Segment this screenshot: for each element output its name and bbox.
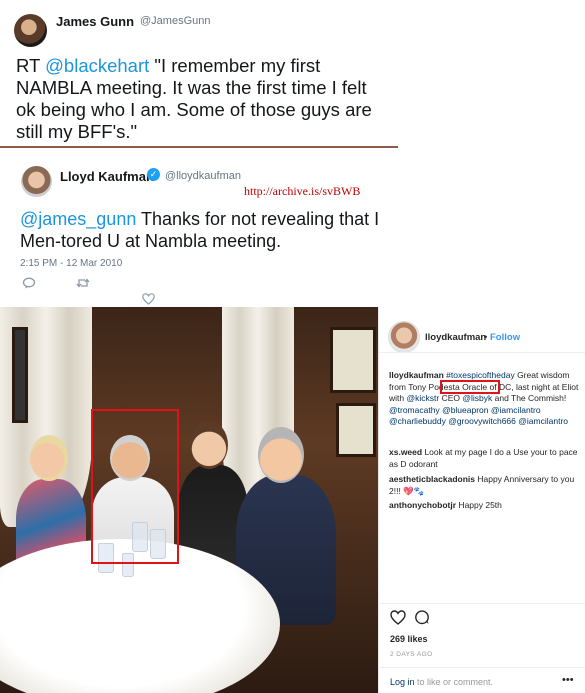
ig-login-divider — [380, 667, 585, 668]
caption-mention[interactable]: @iamcilantro — [491, 405, 541, 415]
comment-username[interactable]: anthonychobotjr — [389, 500, 456, 510]
person-left-head — [30, 435, 68, 481]
ig-caption: lloydkaufman #toxespicoftheday Great wis… — [389, 370, 579, 428]
post-date: 2 DAYS AGO — [390, 651, 433, 658]
caption-mention[interactable]: @iamcilantro — [518, 416, 568, 426]
login-prompt-text: to like or comment. — [414, 677, 494, 687]
ig-header-divider — [379, 352, 585, 353]
caption-mention[interactable]: @blueapron — [442, 405, 488, 415]
ig-actions-divider — [380, 603, 585, 604]
person-woman-head — [190, 421, 228, 469]
tweet2-author-name[interactable]: Lloyd Kaufman — [60, 169, 154, 184]
comment-icon[interactable] — [414, 610, 430, 629]
ig-comment: aestheticblackadonis Happy Anniversary t… — [389, 474, 579, 497]
wall-frame — [336, 403, 376, 457]
tweet1-author-name[interactable]: James Gunn — [56, 14, 134, 29]
ig-comment: xs.weed Look at my page I do a Use your … — [389, 447, 579, 470]
lloyd-kaufman-avatar[interactable] — [21, 166, 52, 197]
follow-button[interactable]: Follow — [490, 332, 520, 343]
archive-url-annotation: http://archive.is/svBWB — [244, 184, 361, 198]
tweet2-timestamp[interactable]: 2:15 PM - 12 Mar 2010 — [20, 258, 122, 269]
caption-mention[interactable]: @charliebuddy — [389, 416, 446, 426]
comment-text: Happy 25th — [456, 500, 502, 510]
wall-frame — [12, 327, 28, 423]
tweet1-text-prefix: RT — [16, 55, 46, 76]
caption-text: CEO — [439, 393, 463, 403]
caption-mention[interactable]: @kickstr — [406, 393, 439, 403]
more-options-icon[interactable]: ••• — [562, 674, 574, 686]
caption-mention[interactable]: @lisbyk — [462, 393, 492, 403]
likes-count[interactable]: 269 likes — [390, 634, 428, 644]
ig-separator-dot: • — [484, 332, 488, 343]
tweet1-author-handle[interactable]: @JamesGunn — [140, 15, 210, 27]
login-prompt: Log in to like or comment. — [390, 677, 493, 687]
heart-icon[interactable] — [390, 610, 406, 629]
login-link[interactable]: Log in — [390, 677, 415, 687]
comment-username[interactable]: aestheticblackadonis — [389, 474, 475, 484]
lloydkaufman-ig-avatar[interactable] — [389, 322, 419, 352]
tweet1-text: RT @blackehart "I remember my first NAMB… — [16, 55, 386, 143]
tweet2-author-handle[interactable]: @lloydkaufman — [165, 170, 241, 182]
ig-username[interactable]: lloydkaufman — [425, 332, 486, 343]
comment-username[interactable]: xs.weed — [389, 447, 422, 457]
highlight-box-podesta — [440, 380, 500, 394]
caption-text: and The Commish! — [492, 393, 567, 403]
wall-frame — [330, 327, 376, 393]
person-right-head — [258, 427, 304, 483]
caption-mention[interactable]: @tromacathy — [389, 405, 440, 415]
instagram-photo — [0, 307, 378, 693]
james-gunn-avatar[interactable] — [14, 14, 47, 47]
caption-hashtag[interactable]: #toxespicoftheday — [446, 370, 515, 380]
highlight-box-person — [91, 409, 179, 564]
caption-mention[interactable]: @groovywitch666 — [448, 416, 516, 426]
caption-username[interactable]: lloydkaufman — [389, 370, 444, 380]
tweet2-text: @james_gunn Thanks for not revealing tha… — [20, 208, 390, 252]
verified-badge-icon: ✓ — [147, 168, 160, 181]
heart-icon[interactable] — [142, 293, 155, 308]
reply-icon[interactable] — [22, 277, 36, 292]
tweet1-mention-link[interactable]: @blackehart — [45, 55, 149, 76]
tweet2-mention-link[interactable]: @james_gunn — [20, 209, 136, 229]
retweet-icon[interactable] — [76, 277, 90, 292]
ig-comment: anthonychobotjr Happy 25th — [389, 500, 579, 512]
